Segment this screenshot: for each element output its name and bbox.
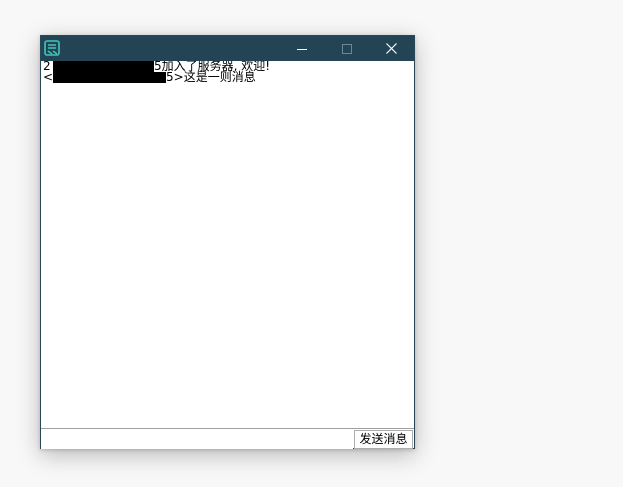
message-input[interactable] — [41, 429, 353, 449]
maximize-icon — [341, 43, 352, 54]
redacted-block — [53, 61, 154, 72]
chat-message: <2 5>这是一则消息 — [41, 70, 414, 84]
redacted-block — [53, 72, 166, 83]
minimize-button[interactable] — [279, 36, 324, 61]
send-message-button[interactable]: 发送消息 — [354, 430, 413, 449]
close-icon — [386, 43, 397, 54]
maximize-button[interactable] — [324, 36, 369, 61]
app-logo-icon — [44, 40, 61, 57]
close-button[interactable] — [369, 36, 414, 61]
title-bar[interactable] — [41, 36, 414, 61]
message-prefix: 2 — [43, 61, 51, 72]
message-prefix: <2 — [43, 72, 53, 83]
message-log[interactable]: 25加入了服务器, 欢迎! <25>这是一则消息 — [41, 61, 414, 428]
message-text: 5>这是一则消息 — [166, 70, 256, 84]
minimize-icon — [296, 48, 307, 50]
composer: 发送消息 — [41, 429, 414, 449]
chat-window: 25加入了服务器, 欢迎! <25>这是一则消息 发送消息 — [40, 35, 415, 449]
